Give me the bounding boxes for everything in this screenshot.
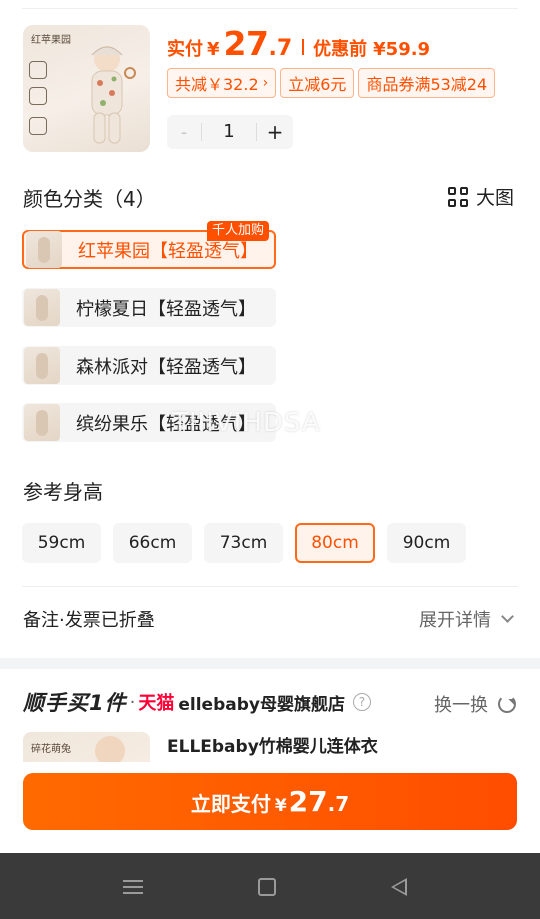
menu-icon[interactable]	[123, 880, 143, 894]
actual-pay-label: 实付	[167, 39, 203, 60]
coupon-chip[interactable]: 商品券满53减24	[358, 68, 496, 98]
home-icon[interactable]	[258, 878, 276, 896]
big-image-label: 大图	[475, 187, 514, 209]
total-discount-chip[interactable]: 共减￥32.2 ›	[167, 68, 277, 98]
refresh-label: 换一换	[434, 695, 488, 716]
section-divider	[22, 586, 518, 587]
expand-details-button[interactable]: 展开详情	[419, 606, 514, 632]
size-option[interactable]: 90cm	[387, 523, 466, 563]
decrease-button[interactable]: -	[167, 122, 201, 143]
notes-label: 备注·发票已折叠	[23, 610, 155, 631]
color-option-label: 柠檬夏日【轻盈透气】	[76, 298, 256, 320]
color-swatch	[24, 347, 60, 384]
recommend-title: 顺手买1件	[23, 691, 127, 715]
pay-price-decimal: .7	[327, 792, 350, 816]
recommend-header: 顺手买1件 · 天猫 ellebaby母婴旗舰店 ?	[23, 687, 371, 717]
color-section-title: 颜色分类（4）	[23, 187, 156, 211]
pay-now-button[interactable]: 立即支付 ¥ 27 .7	[23, 773, 517, 830]
pay-label: 立即支付	[190, 792, 271, 816]
refresh-icon	[498, 695, 516, 713]
increase-button[interactable]: +	[257, 120, 293, 144]
tmall-logo: 天猫	[138, 693, 175, 714]
instant-discount-chip[interactable]: 立减6元	[280, 68, 355, 98]
feature-icon	[29, 61, 47, 79]
color-option[interactable]: 森林派对【轻盈透气】	[22, 346, 276, 385]
chevron-down-icon	[501, 610, 514, 623]
section-gap	[0, 658, 540, 669]
quantity-stepper: - 1 +	[167, 115, 293, 149]
thumbnail-brand-label: 红苹果园	[31, 35, 71, 46]
chevron-right-icon: ›	[262, 75, 269, 91]
price-currency: ¥	[207, 39, 220, 60]
discount-chips: 共减￥32.2 › 立减6元 商品券满53减24	[167, 68, 496, 98]
title-separator: ·	[129, 691, 136, 713]
original-price: ¥59.9	[373, 39, 431, 60]
system-navbar	[0, 853, 540, 919]
hot-badge: 千人加购	[207, 221, 270, 241]
recommend-item-name[interactable]: ELLEbaby竹棉婴儿连体衣	[167, 732, 378, 757]
chip-label: 立减6元	[288, 75, 347, 94]
baby-face-icon	[95, 736, 125, 762]
baby-figure-icon	[91, 46, 136, 144]
color-swatch	[24, 404, 60, 441]
expand-label: 展开详情	[419, 610, 491, 631]
chip-label: 共减￥32.2	[175, 75, 259, 94]
chip-label: 商品券满53减24	[366, 75, 488, 94]
price-decimal: .7	[268, 36, 293, 61]
color-swatch	[24, 289, 60, 326]
top-divider	[22, 8, 518, 9]
color-option[interactable]: 柠檬夏日【轻盈透气】	[22, 288, 276, 327]
size-option[interactable]: 66cm	[113, 523, 192, 563]
pay-currency: ¥	[274, 796, 287, 816]
grid-icon	[447, 186, 468, 207]
size-option[interactable]: 80cm	[295, 523, 375, 563]
color-option-label: 森林派对【轻盈透气】	[76, 356, 256, 378]
checkout-sheet: 红苹果园 实付 ¥ 27 .7 优惠前 ¥59.9 共减￥32.2 › 立减6元	[0, 0, 540, 919]
feature-icon	[29, 117, 47, 135]
product-thumbnail[interactable]: 红苹果园	[23, 25, 150, 152]
size-section-title: 参考身高	[23, 480, 103, 504]
pay-price-integer: 27	[288, 785, 328, 818]
original-price-label: 优惠前	[313, 39, 368, 60]
help-icon[interactable]: ?	[352, 693, 371, 711]
price-integer: 27	[223, 24, 269, 63]
refresh-button[interactable]: 换一换	[434, 691, 516, 717]
back-icon[interactable]	[391, 878, 407, 896]
price-separator	[302, 39, 305, 55]
quantity-value[interactable]: 1	[201, 123, 257, 141]
watermark: TIIIVIHDSA	[172, 408, 321, 438]
color-swatch	[26, 231, 62, 268]
recommend-thumb-tag: 碎花萌兔	[31, 744, 71, 755]
size-option[interactable]: 59cm	[22, 523, 101, 563]
store-name: ellebaby母婴旗舰店	[178, 694, 345, 715]
recommend-thumbnail[interactable]: 碎花萌兔	[23, 732, 150, 762]
big-image-toggle[interactable]: 大图	[447, 183, 514, 210]
feature-icon	[29, 87, 47, 105]
size-option[interactable]: 73cm	[204, 523, 283, 563]
price-summary: 实付 ¥ 27 .7 优惠前 ¥59.9	[167, 24, 430, 64]
